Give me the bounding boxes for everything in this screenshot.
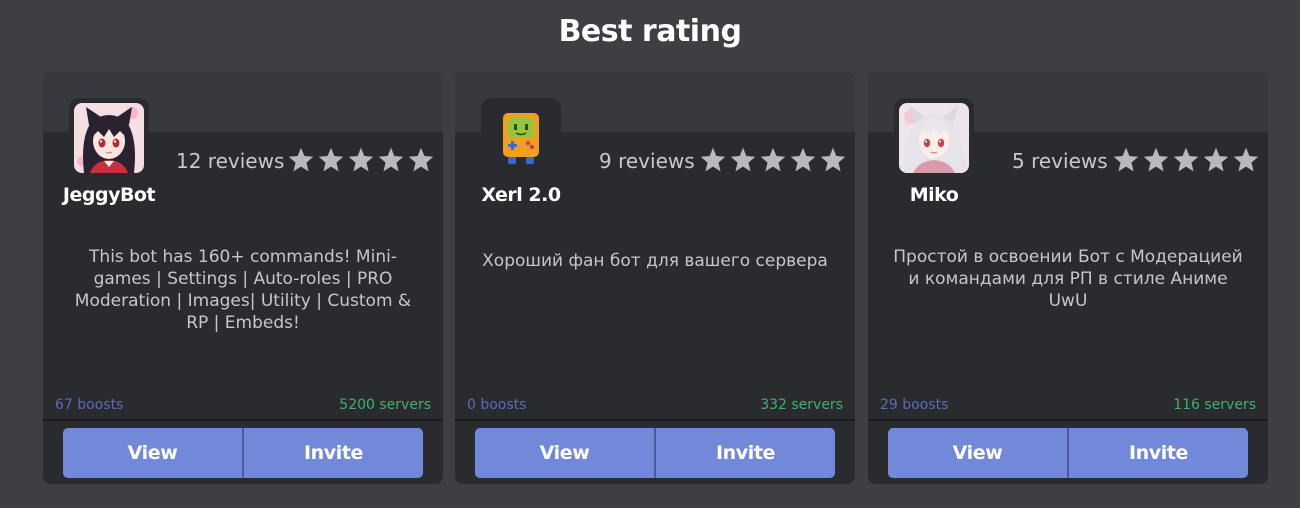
view-button[interactable]: View — [475, 428, 654, 478]
boosts-count: 0 boosts — [467, 397, 527, 413]
star-icon — [760, 147, 786, 172]
star-icon — [1143, 147, 1169, 172]
rating-stars — [1112, 146, 1260, 176]
star-icon — [288, 147, 314, 172]
star-icon — [1113, 147, 1139, 172]
bot-description: Простой в освоении Бот с Модерацией и ко… — [893, 247, 1243, 311]
bot-avatar[interactable] — [74, 103, 144, 173]
boosts-count: 67 boosts — [55, 397, 124, 413]
star-icon — [700, 147, 726, 172]
servers-count: 5200 servers — [339, 397, 431, 413]
view-button[interactable]: View — [63, 428, 242, 478]
servers-count: 332 servers — [760, 397, 843, 413]
view-button[interactable]: View — [888, 428, 1067, 478]
bot-name[interactable]: JeggyBot — [55, 184, 163, 206]
avatar-frame — [894, 98, 974, 178]
reviews-count[interactable]: 12 reviews — [176, 149, 284, 173]
action-buttons: View Invite — [888, 428, 1248, 478]
rating-stars — [699, 146, 847, 176]
invite-button[interactable]: Invite — [654, 428, 835, 478]
star-icon — [348, 147, 374, 172]
divider — [868, 419, 1268, 421]
star-icon — [1233, 147, 1259, 172]
bot-description: This bot has 160+ commands! Mini-games |… — [74, 247, 412, 333]
star-icon — [820, 147, 846, 172]
star-icon — [1203, 147, 1229, 172]
divider — [455, 419, 855, 421]
bot-card-xerl[interactable]: Xerl 2.0 9 reviews Хороший фан бот для в… — [455, 72, 855, 484]
invite-button[interactable]: Invite — [1067, 428, 1248, 478]
bot-name[interactable]: Xerl 2.0 — [467, 184, 575, 206]
star-icon — [730, 147, 756, 172]
rating-stars — [287, 146, 435, 176]
servers-count: 116 servers — [1173, 397, 1256, 413]
avatar-frame — [69, 98, 149, 178]
bot-card-miko[interactable]: Miko 5 reviews Простой в освоении Бот с … — [868, 72, 1268, 484]
reviews-count[interactable]: 5 reviews — [1012, 149, 1108, 173]
bot-avatar[interactable] — [899, 103, 969, 173]
star-icon — [408, 147, 434, 172]
star-icon — [378, 147, 404, 172]
invite-button[interactable]: Invite — [242, 428, 423, 478]
bot-avatar[interactable] — [486, 103, 556, 173]
star-icon — [1173, 147, 1199, 172]
action-buttons: View Invite — [475, 428, 835, 478]
bot-description: Хороший фан бот для вашего сервера — [482, 251, 828, 271]
boosts-count: 29 boosts — [880, 397, 949, 413]
divider — [43, 419, 443, 421]
bot-card-jeggybot[interactable]: JeggyBot 12 reviews This bot has 160+ co… — [43, 72, 443, 484]
bot-name[interactable]: Miko — [880, 184, 988, 206]
reviews-count[interactable]: 9 reviews — [599, 149, 695, 173]
star-icon — [790, 147, 816, 172]
section-title: Best rating — [558, 14, 742, 49]
star-icon — [318, 147, 344, 172]
action-buttons: View Invite — [63, 428, 423, 478]
avatar-frame — [481, 98, 561, 178]
